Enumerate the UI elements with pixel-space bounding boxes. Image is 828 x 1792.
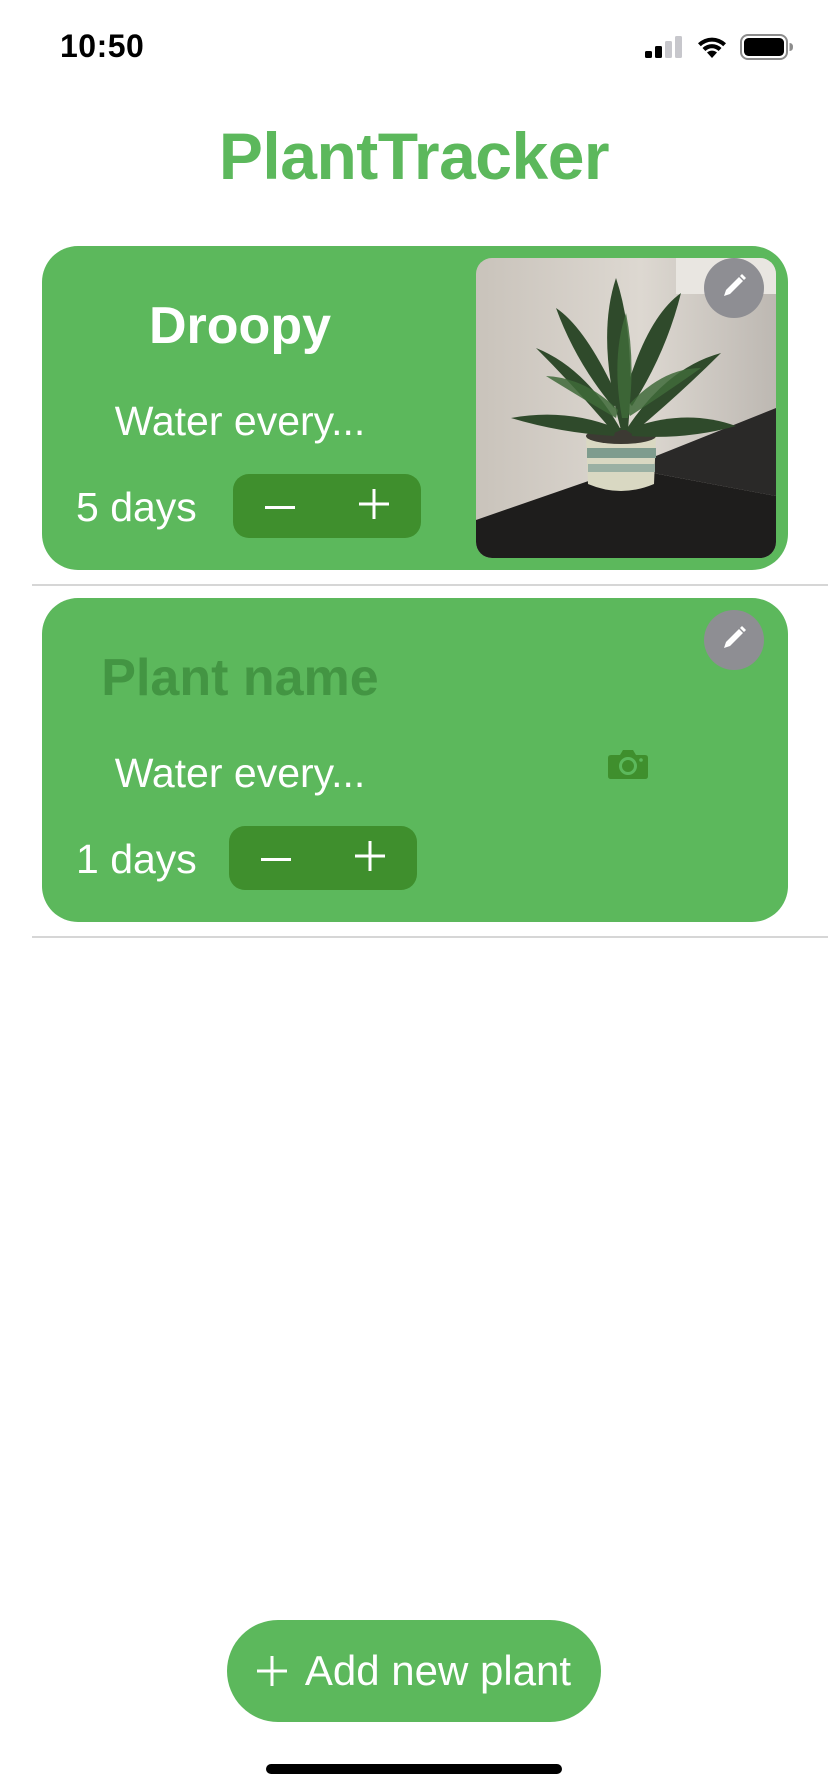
add-new-plant-button[interactable]: Add new plant <box>227 1620 601 1722</box>
plus-icon <box>359 488 389 524</box>
plant-card: Droopy Water every... 5 days <box>42 246 788 570</box>
status-bar: 10:50 <box>0 0 828 100</box>
days-stepper <box>229 826 417 890</box>
days-stepper <box>233 474 421 538</box>
plant-name[interactable]: Droopy <box>90 296 390 356</box>
minus-icon <box>261 849 291 867</box>
increment-button[interactable] <box>323 826 417 890</box>
battery-icon <box>740 34 794 65</box>
home-indicator <box>266 1764 562 1774</box>
cellular-signal-icon <box>644 36 684 63</box>
minus-icon <box>265 497 295 515</box>
water-days-value: 5 days <box>76 484 197 530</box>
plant-list: Droopy Water every... 5 days Plant name … <box>0 246 828 950</box>
plant-row: Droopy Water every... 5 days <box>0 246 828 598</box>
plus-icon <box>355 840 385 876</box>
plant-card: Plant name Water every... 1 days <box>42 598 788 922</box>
decrement-button[interactable] <box>229 826 323 890</box>
plus-icon <box>256 1656 287 1686</box>
wifi-icon <box>696 35 728 64</box>
app-title: PlantTracker <box>218 119 610 193</box>
add-new-plant-label: Add new plant <box>304 1647 572 1694</box>
plant-name-placeholder[interactable]: Plant name <box>90 648 390 708</box>
plant-row: Plant name Water every... 1 days <box>0 598 828 950</box>
status-icons <box>644 34 794 65</box>
row-divider <box>32 936 828 938</box>
edit-button[interactable] <box>704 258 764 318</box>
water-frequency-label: Water every... <box>114 750 366 796</box>
edit-button[interactable] <box>704 610 764 670</box>
status-time: 10:50 <box>60 28 145 64</box>
camera-icon <box>607 748 649 785</box>
water-frequency-label: Water every... <box>114 398 366 444</box>
water-days-value: 1 days <box>76 836 197 882</box>
pencil-icon <box>720 272 748 305</box>
add-photo-button[interactable] <box>604 746 652 786</box>
increment-button[interactable] <box>327 474 421 538</box>
row-divider <box>32 584 828 586</box>
decrement-button[interactable] <box>233 474 327 538</box>
pencil-icon <box>720 624 748 657</box>
